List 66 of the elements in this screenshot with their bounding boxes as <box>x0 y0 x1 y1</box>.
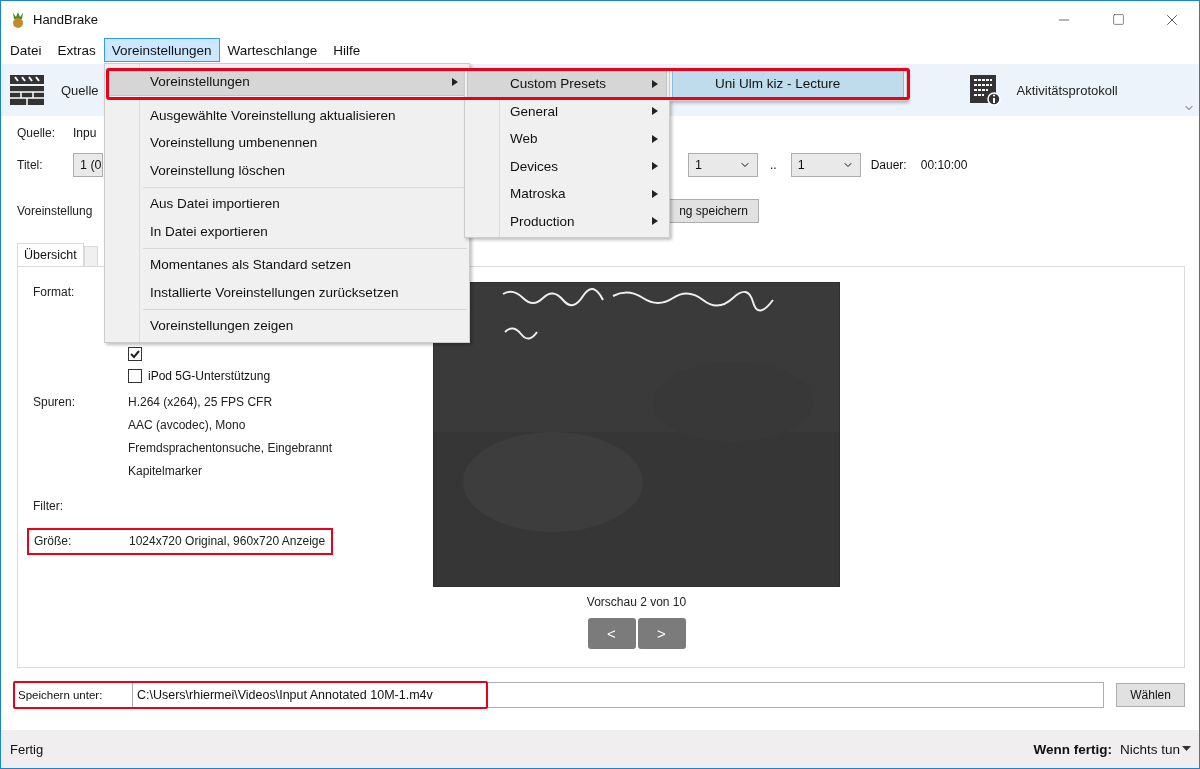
menu-item[interactable]: Matroska <box>467 180 667 208</box>
range-end-dropdown[interactable]: 1 <box>790 153 861 177</box>
menu-bar-item[interactable]: Extras <box>49 38 104 62</box>
checkbox[interactable] <box>128 369 142 383</box>
when-done-dropdown[interactable]: Nichts tun <box>1119 741 1191 757</box>
menu-bar-item[interactable]: Datei <box>2 38 50 62</box>
field-label: Titel: <box>17 158 44 172</box>
menu-item[interactable]: Voreinstellung umbenennen <box>107 129 467 157</box>
preview-caption: Vorschau 2 von 10 <box>586 595 687 609</box>
submenu-arrow-icon <box>652 162 658 171</box>
title-dropdown[interactable]: 1 (0 <box>73 153 103 177</box>
submenu-arrow-icon <box>652 107 658 116</box>
checkbox[interactable] <box>128 347 142 361</box>
window-title: HandBrake <box>33 12 100 27</box>
menu-item[interactable]: Ausgewählte Voreinstellung aktualisieren <box>107 101 467 129</box>
range-separator: .. <box>770 158 777 172</box>
menu-item[interactable]: Custom Presets <box>467 70 667 98</box>
toolbar-button-label[interactable]: Aktivitätsprotokoll <box>1016 82 1118 98</box>
save-preset-button[interactable]: ng speichern <box>668 199 759 223</box>
field-label: Voreinstellung <box>17 204 94 218</box>
filter-label: Filter: <box>33 498 64 515</box>
menu-item[interactable]: Devices <box>467 152 667 180</box>
menu-item[interactable]: Aus Datei importieren <box>107 190 467 218</box>
menu-item[interactable]: Voreinstellungen zeigen <box>107 312 467 340</box>
destination-label: Speichern unter: <box>17 689 104 701</box>
track-info: AAC (avcodec), Mono <box>128 417 247 434</box>
caret-down-icon <box>1182 746 1191 752</box>
destination-field[interactable]: C:\Users\rhiermei\Videos\Input Annotated 10M-1.m4v <box>132 682 1105 708</box>
next-button[interactable]: > <box>637 618 686 649</box>
submenu-arrow-icon <box>652 217 658 226</box>
track-info: Kapitelmarker <box>128 463 204 480</box>
menu-bar-item[interactable]: Voreinstellungen <box>103 38 220 62</box>
tracks-label: Spuren: <box>33 394 77 411</box>
clapperboard-icon <box>9 74 45 106</box>
duration-value: 00:10:00 <box>920 158 968 172</box>
previous-button[interactable]: < <box>587 618 636 649</box>
menu-item[interactable]: Uni Ulm kiz - Lecture <box>672 70 904 98</box>
submenu-arrow-icon <box>652 134 658 143</box>
submenu-arrow-icon <box>452 77 458 86</box>
menu-item[interactable]: Voreinstellung löschen <box>107 156 467 184</box>
menu-item[interactable]: Installierte Voreinstellungen zurücksetzen <box>107 278 467 306</box>
menu-bar-item[interactable]: Warteschlange <box>219 38 326 62</box>
track-info: Fremdsprachentonsuche, Eingebrannt <box>128 440 333 457</box>
range-start-dropdown[interactable]: 1 <box>688 153 758 177</box>
menu-item[interactable]: In Datei exportieren <box>107 217 467 245</box>
size-value: 1024x720 Original, 960x720 Anzeige <box>129 533 326 550</box>
status-text: Fertig <box>10 741 45 757</box>
menu-item[interactable]: Web <box>467 125 667 153</box>
toolbar-button-label[interactable]: Quelle <box>61 82 99 98</box>
menu-item[interactable]: Production <box>467 207 667 235</box>
track-info: H.264 (x264), 25 FPS CFR <box>128 394 274 411</box>
size-label: Größe: <box>34 533 73 550</box>
menu-bar-item[interactable]: Hilfe <box>325 38 369 62</box>
submenu-arrow-icon <box>652 79 658 88</box>
log-document-icon <box>968 74 1001 106</box>
field-label: Quelle: <box>17 126 57 140</box>
source-name: Inpu <box>73 126 97 140</box>
tab[interactable]: Übersicht <box>17 243 84 266</box>
format-label: Format: <box>33 284 76 301</box>
submenu-arrow-icon <box>652 189 658 198</box>
field-label: Dauer: <box>870 158 907 172</box>
when-done-label: Wenn fertig: <box>1033 741 1112 757</box>
menu-item[interactable]: General <box>467 97 667 125</box>
choose-button[interactable]: Wählen <box>1116 683 1185 707</box>
checkbox-label: iPod 5G-Unterstützung <box>148 369 271 383</box>
menu-item[interactable]: Momentanes als Standard setzen <box>107 251 467 279</box>
